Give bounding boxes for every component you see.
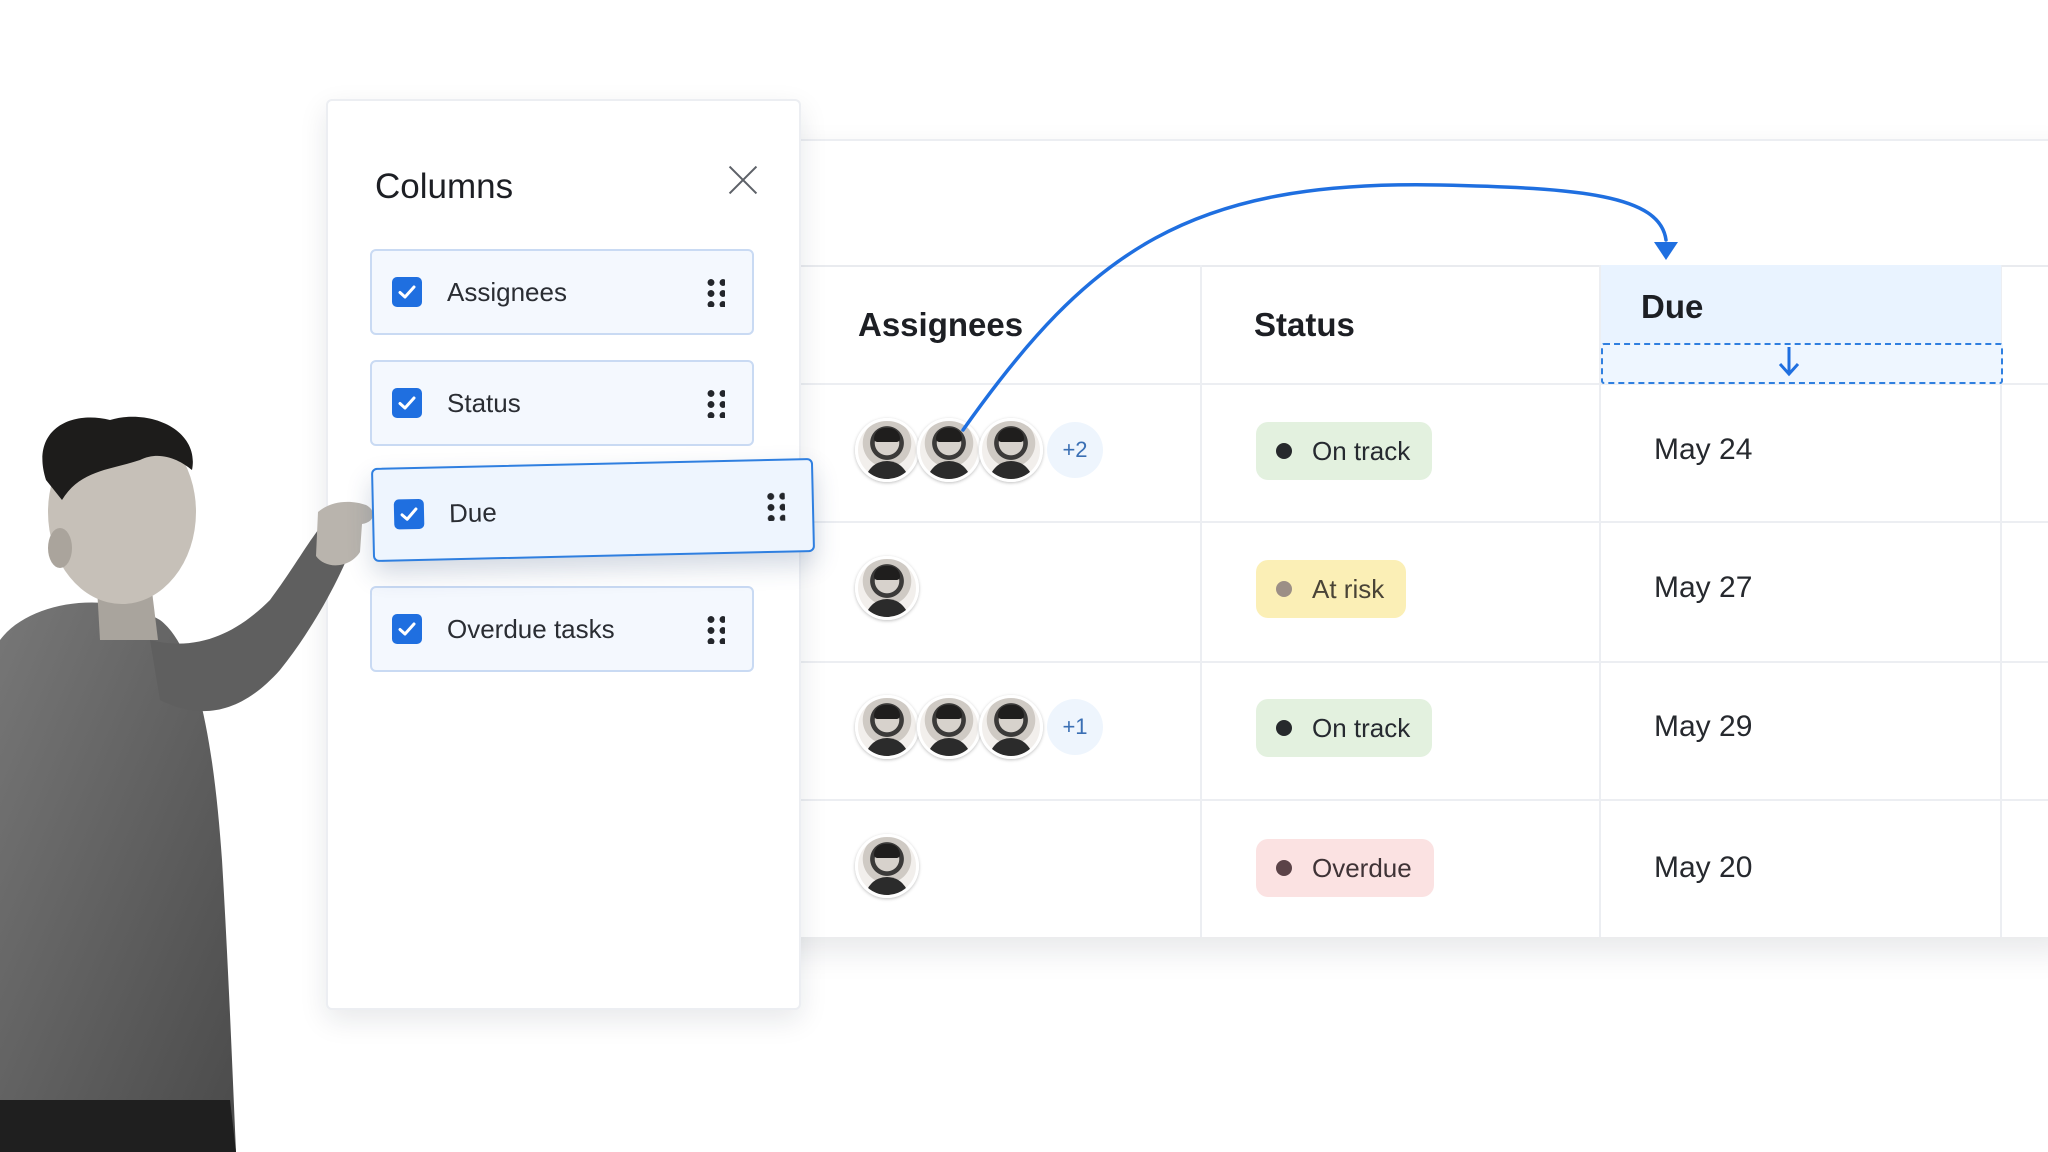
checkmark-icon: [400, 507, 418, 521]
column-item-label: Status: [447, 387, 521, 418]
status-dot: [1276, 860, 1292, 876]
checkbox[interactable]: [393, 498, 425, 530]
status-badge[interactable]: On track: [1256, 699, 1433, 757]
person-illustration: [0, 416, 374, 1152]
avatar[interactable]: [917, 695, 981, 759]
drag-handle-icon[interactable]: [764, 490, 786, 522]
avatar[interactable]: [979, 695, 1043, 759]
status-badge[interactable]: At risk: [1256, 560, 1407, 618]
row-divider: [730, 661, 2048, 663]
column-item-overdue-tasks[interactable]: Overdue tasks: [370, 586, 754, 672]
drag-handle-icon[interactable]: [705, 614, 725, 644]
assignee-group[interactable]: [855, 834, 919, 898]
drag-handle-icon[interactable]: [705, 388, 725, 418]
avatar[interactable]: [855, 834, 919, 898]
column-item-status[interactable]: Status: [370, 360, 754, 446]
status-badge[interactable]: On track: [1256, 422, 1433, 480]
column-divider: [1200, 265, 1202, 937]
status-label: On track: [1312, 712, 1411, 743]
header-status[interactable]: Status: [1254, 306, 1355, 344]
column-item-label: Assignees: [447, 276, 567, 307]
avatar[interactable]: [855, 695, 919, 759]
avatar[interactable]: [855, 556, 919, 620]
column-item-label: Due: [448, 496, 498, 528]
row-divider: [730, 521, 2048, 523]
status-dot: [1276, 720, 1292, 736]
column-item-label: Overdue tasks: [447, 613, 615, 644]
due-date[interactable]: May 27: [1654, 571, 1752, 605]
status-dot: [1276, 581, 1292, 597]
status-label: At risk: [1312, 573, 1385, 604]
task-table: [730, 139, 2048, 937]
more-assignees-badge[interactable]: +2: [1047, 422, 1103, 478]
assignee-group[interactable]: [855, 556, 919, 620]
avatar[interactable]: [855, 418, 919, 482]
close-icon[interactable]: [726, 163, 760, 197]
status-label: On track: [1312, 435, 1411, 466]
header-due[interactable]: Due: [1641, 288, 1703, 326]
due-date[interactable]: May 20: [1654, 851, 1752, 885]
more-assignees-badge[interactable]: +1: [1047, 699, 1103, 755]
header-assignees[interactable]: Assignees: [858, 306, 1023, 344]
column-drop-zone[interactable]: [1601, 343, 2003, 384]
due-date[interactable]: May 24: [1654, 433, 1752, 467]
row-divider: [730, 799, 2048, 801]
column-settings-screen: Assignees Status Due +2 On track May 24 …: [0, 0, 2048, 1152]
status-label: Overdue: [1312, 852, 1412, 883]
due-date[interactable]: May 29: [1654, 710, 1752, 744]
column-item-assignees[interactable]: Assignees: [370, 249, 754, 335]
assignee-group[interactable]: +2: [855, 418, 1103, 482]
assignee-group[interactable]: +1: [855, 695, 1103, 759]
avatar[interactable]: [979, 418, 1043, 482]
column-item-due-dragging[interactable]: Due: [370, 457, 816, 563]
status-dot: [1276, 443, 1292, 459]
drag-handle-icon[interactable]: [705, 277, 725, 307]
avatar[interactable]: [917, 418, 981, 482]
status-badge[interactable]: Overdue: [1256, 839, 1434, 897]
